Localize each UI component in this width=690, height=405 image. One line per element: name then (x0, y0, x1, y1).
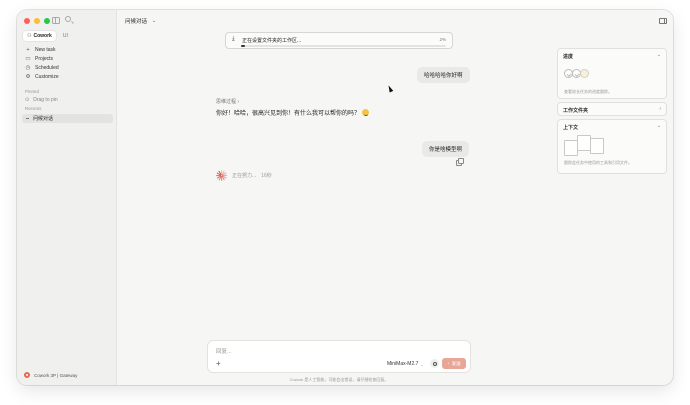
nav-new-task-label: New task (35, 46, 56, 53)
sidebar-footer[interactable]: Cowork 3P | Gateway (24, 372, 77, 378)
close-window-button[interactable] (24, 18, 30, 24)
zoom-window-button[interactable] (44, 18, 50, 24)
chevron-down-icon[interactable]: ⌄ (657, 123, 661, 129)
pinned-drop-zone[interactable]: ⊙ Drag to pin (25, 97, 58, 103)
sidebar-toggle-icon[interactable] (52, 17, 60, 24)
context-card-title: 上下文 (563, 125, 579, 131)
mode-tabs: ⚇ Cowork UI (23, 31, 72, 41)
recent-chat-item[interactable]: 问候对话 (22, 114, 113, 123)
window-controls (24, 18, 50, 24)
tab-cowork-label: Cowork (33, 33, 52, 39)
ai-disclaimer: Cowork 是人工智能，可能会出错误，请仔细检查回复。 (289, 377, 389, 382)
assistant-message: 你好！哈哈，很高兴见到你！有什么我可以帮你的吗？ (216, 108, 370, 117)
folder-icon: ▭ (25, 55, 31, 62)
sidebar-nav: + New task ▭ Projects ◷ Scheduled ⚙ Cust… (25, 45, 59, 81)
progress-card-title: 进度 (563, 54, 574, 60)
tab-cowork[interactable]: ⚇ Cowork (23, 31, 56, 41)
tab-ui-label: UI (62, 33, 68, 39)
chevron-right-icon: › (659, 106, 661, 112)
pin-icon: ⊙ (25, 97, 30, 103)
smile-emoji-icon (362, 109, 370, 116)
add-attachment-button[interactable]: + (216, 360, 221, 368)
nav-scheduled-label: Scheduled (35, 64, 59, 71)
mouse-cursor-icon (386, 84, 394, 93)
voice-input-button[interactable] (430, 359, 439, 368)
workspace-setup-text: 正在设置文件夹的工作区... (242, 38, 302, 44)
recent-chat-label: 问候对话 (33, 116, 54, 122)
pinned-hint-text: Drag to pin (33, 97, 58, 103)
reply-input[interactable]: 回复... (216, 347, 232, 355)
model-selector[interactable]: MiniMax-M2.7 ⌄ (387, 361, 424, 367)
workspace-setup-progress-track (241, 45, 446, 47)
right-panel: 进度 ⌄ 查看较长任务的进度跟踪。 工作文件夹 › 上下文 ⌄ 跟踪此任务中使用… (557, 28, 669, 385)
download-icon: ⤓ (232, 36, 235, 42)
app-logo-icon (24, 372, 30, 378)
sliders-icon: ⚙ (25, 73, 31, 80)
plus-icon: + (26, 46, 30, 53)
chevron-down-icon[interactable]: ⌄ (657, 52, 661, 58)
step-pending-icon (580, 69, 589, 78)
context-card[interactable]: 上下文 ⌄ 跟踪此任务中使用的工具和引用文件。 (557, 119, 667, 174)
progress-card[interactable]: 进度 ⌄ 查看较长任务的进度跟踪。 (557, 48, 667, 99)
send-icon: ↑ (447, 361, 450, 366)
tab-ui[interactable]: UI (59, 31, 72, 41)
user-message: 哈哈哈哈你好啊 (417, 67, 470, 83)
nav-scheduled[interactable]: ◷ Scheduled (25, 63, 59, 72)
app-window: ⚇ Cowork UI + New task ▭ Projects ◷ Sche… (17, 10, 673, 385)
copy-icon[interactable] (456, 158, 464, 166)
status-text: 正在努力... (232, 173, 257, 179)
thinking-toggle[interactable]: 思维过程 › (216, 98, 239, 105)
search-icon[interactable] (65, 16, 71, 22)
chevron-down-icon: ⌄ (420, 361, 424, 367)
nav-projects[interactable]: ▭ Projects (25, 54, 59, 63)
model-name: MiniMax-M2.7 (387, 361, 419, 367)
chevron-down-icon: ⌄ (152, 18, 157, 24)
workspace-setup-percent: 2% (439, 37, 446, 42)
pinned-section-label: Pinned (25, 89, 40, 94)
clock-icon: ◷ (25, 64, 31, 71)
loading-spinner-icon (216, 170, 228, 181)
conversation-title[interactable]: 问候对话 ⌄ (125, 17, 156, 25)
context-card-description: 跟踪此任务中使用的工具和引用文件。 (564, 160, 632, 165)
nav-customize[interactable]: ⚙ Customize (25, 72, 59, 81)
workspace-setup-progress-fill (241, 45, 246, 47)
progress-card-description: 查看较长任务的进度跟踪。 (564, 89, 612, 94)
work-folder-title: 工作文件夹 (563, 108, 589, 114)
work-folder-card[interactable]: 工作文件夹 › (557, 102, 667, 116)
workspace-setup-card: ⤓ 正在设置文件夹的工作区... 2% (225, 32, 453, 49)
progress-steps-illustration (564, 69, 589, 78)
nav-projects-label: Projects (35, 55, 54, 62)
elapsed-time: 16秒 (261, 173, 272, 179)
send-label: 发送 (451, 360, 461, 366)
message-composer: 回复... + MiniMax-M2.7 ⌄ ↑ 发送 (207, 340, 471, 373)
right-panel-toggle-icon[interactable] (659, 18, 667, 24)
recents-section-label: Recents (25, 106, 42, 111)
minimize-window-button[interactable] (34, 18, 40, 24)
nav-new-task[interactable]: + New task (25, 45, 59, 54)
send-button[interactable]: ↑ 发送 (442, 358, 466, 369)
conversation-title-text: 问候对话 (125, 19, 148, 25)
user-message: 你是啥模型啊 (422, 141, 470, 157)
assistant-message-text: 你好！哈哈，很高兴见到你！有什么我可以帮你的吗？ (216, 111, 361, 117)
sidebar: ⚇ Cowork UI + New task ▭ Projects ◷ Sche… (17, 10, 117, 385)
people-icon: ⚇ (27, 33, 32, 39)
nav-customize-label: Customize (35, 73, 59, 80)
dash-icon (26, 118, 29, 119)
assistant-status: 正在努力... 16秒 (216, 170, 272, 181)
footer-label: Cowork 3P | Gateway (34, 372, 78, 378)
context-files-illustration (564, 135, 608, 156)
